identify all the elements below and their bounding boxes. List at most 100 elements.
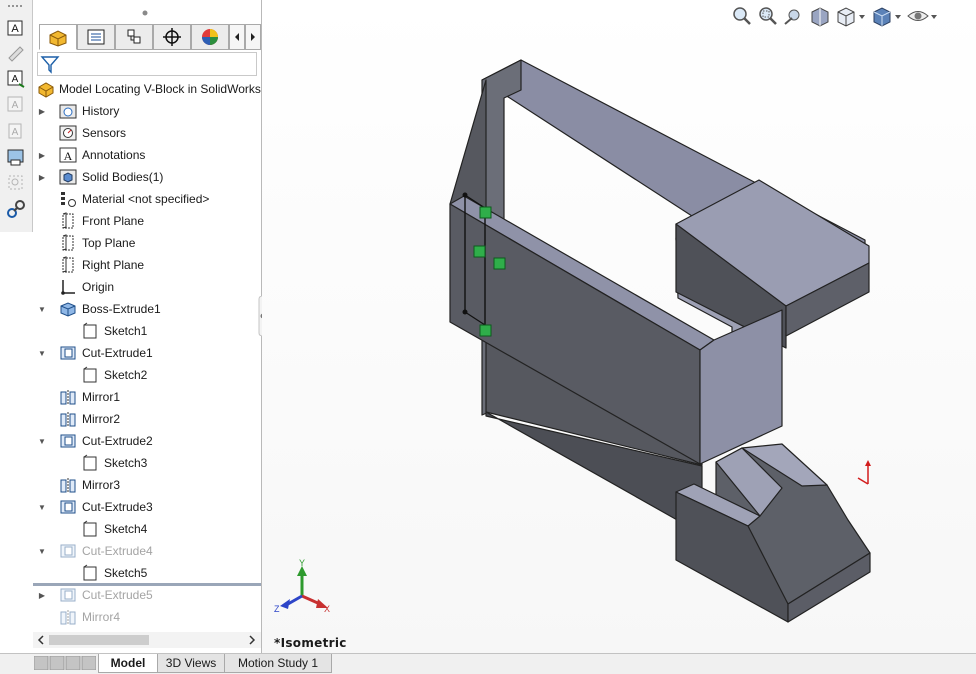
tree-item-label: Mirror3 [82, 478, 120, 492]
balloon-icon[interactable]: A [5, 94, 27, 116]
horizontal-scrollbar[interactable] [33, 632, 261, 648]
tree-item-history[interactable]: ▶ History [33, 100, 261, 122]
plane-icon [62, 212, 74, 229]
smart-mates-icon[interactable] [5, 198, 27, 220]
sketch-relation-handle [479, 206, 492, 219]
tab-3d-views[interactable]: 3D Views [157, 654, 225, 673]
tab-scroll-left-button[interactable] [229, 24, 245, 50]
tree-item-mirror3[interactable]: Mirror3 [33, 474, 261, 496]
mirror-icon [60, 610, 76, 625]
surface-finish-icon[interactable]: A [5, 120, 27, 142]
sketch-relation-handle [493, 257, 506, 270]
view-orientation-label: *Isometric [274, 636, 347, 650]
tab-dimxpert-manager[interactable] [153, 24, 191, 50]
sketch-icon [83, 366, 97, 383]
graphics-area[interactable]: Y X Z *Isometric [262, 0, 976, 653]
collapse-arrow-icon[interactable]: ▼ [37, 546, 47, 556]
tab-configuration-manager[interactable] [115, 24, 153, 50]
tree-item-solid-bodies-1[interactable]: ▶ Solid Bodies(1) [33, 166, 261, 188]
sketch-icon [83, 322, 97, 339]
datum-target-icon[interactable] [5, 172, 27, 194]
scrollbar-thumb[interactable] [49, 635, 149, 645]
tree-item-material-not-specified[interactable]: Material <not specified> [33, 188, 261, 210]
mirror-icon [60, 390, 76, 405]
svg-text:A: A [12, 100, 19, 111]
tab-display-manager[interactable] [191, 24, 229, 50]
tree-item-mirror1[interactable]: Mirror1 [33, 386, 261, 408]
tree-item-cut-extrude2[interactable]: ▼ Cut-Extrude2 [33, 430, 261, 452]
tree-item-label: Mirror1 [82, 390, 120, 404]
tree-item-label: Material <not specified> [82, 192, 210, 206]
panel-grip-icon[interactable] [33, 4, 261, 22]
tree-item-label: Boss-Extrude1 [82, 302, 161, 316]
tree-item-mirror2[interactable]: Mirror2 [33, 408, 261, 430]
tree-item-label: Sketch1 [104, 324, 148, 338]
tab-scroll-right-button[interactable] [245, 24, 261, 50]
mid-block-side-face [699, 309, 783, 465]
tree-item-front-plane[interactable]: Front Plane [33, 210, 261, 232]
tree-item-right-plane[interactable]: Right Plane [33, 254, 261, 276]
expand-arrow-icon[interactable]: ▶ [37, 172, 47, 182]
tree-item-label: Cut-Extrude5 [82, 588, 153, 602]
tree-item-cut-extrude4[interactable]: ▼ Cut-Extrude4 [33, 540, 261, 562]
tree-item-mirror4[interactable]: Mirror4 [33, 606, 261, 628]
feature-manager-tabs [39, 24, 293, 52]
collapse-arrow-icon[interactable]: ▼ [37, 348, 47, 358]
collapse-arrow-icon[interactable]: ▼ [37, 436, 47, 446]
tree-root[interactable]: Model Locating V-Block in SolidWorks [33, 78, 261, 100]
expand-arrow-icon[interactable]: ▶ [37, 106, 47, 116]
tree-item-sketch2[interactable]: Sketch2 [33, 364, 261, 386]
tab-feature-tree[interactable] [39, 24, 77, 50]
collapse-arrow-icon[interactable]: ▼ [37, 502, 47, 512]
collapse-arrow-icon[interactable]: ▼ [37, 304, 47, 314]
tree-item-cut-extrude5[interactable]: ▶ Cut-Extrude5 [33, 584, 261, 606]
scroll-right-arrow-icon[interactable] [247, 635, 257, 645]
tab-nav-arrows-icon[interactable] [34, 656, 96, 670]
tree-item-annotations[interactable]: ▶ A Annotations [33, 144, 261, 166]
dimxpert-icon [163, 28, 181, 46]
svg-text:X: X [324, 604, 330, 614]
tab-motion-study-1[interactable]: Motion Study 1 [224, 654, 332, 673]
part-model[interactable]: Y X Z [262, 0, 976, 653]
model-items-icon[interactable] [5, 146, 27, 168]
rollback-bar[interactable] [33, 583, 261, 586]
smart-dimension-icon[interactable]: A [5, 16, 27, 38]
tree-item-top-plane[interactable]: Top Plane [33, 232, 261, 254]
sketch-icon [83, 520, 97, 537]
scroll-left-arrow-icon[interactable] [36, 635, 46, 645]
svg-text:A: A [11, 23, 19, 35]
tree-item-label: Sketch5 [104, 566, 148, 580]
solid-bodies-icon [59, 169, 77, 185]
plane-icon [62, 234, 74, 251]
tree-item-cut-extrude1[interactable]: ▼ Cut-Extrude1 [33, 342, 261, 364]
tab-property-manager[interactable] [77, 24, 115, 50]
boss-extrude-icon [60, 302, 76, 317]
tree-item-label: Cut-Extrude2 [82, 434, 153, 448]
tree-item-sketch3[interactable]: Sketch3 [33, 452, 261, 474]
tree-item-label: Annotations [82, 148, 146, 162]
tree-filter-field[interactable] [37, 52, 257, 76]
reference-triad-icon: Y X Z [274, 558, 330, 614]
cut-extrude-icon [60, 500, 76, 514]
tab-model[interactable]: Model [98, 654, 158, 673]
tree-item-origin[interactable]: Origin [33, 276, 261, 298]
mirror-icon [60, 412, 76, 427]
expand-arrow-icon[interactable]: ▶ [37, 590, 47, 600]
tree-item-sketch4[interactable]: Sketch4 [33, 518, 261, 540]
tree-item-sketch5[interactable]: Sketch5 [33, 562, 261, 584]
tree-item-sketch1[interactable]: Sketch1 [33, 320, 261, 342]
history-folder-icon [59, 104, 77, 119]
tree-item-label: Cut-Extrude4 [82, 544, 153, 558]
note-icon[interactable] [5, 42, 27, 64]
auto-balloon-icon[interactable]: A [5, 68, 27, 90]
chevron-left-icon [235, 33, 239, 41]
tree-item-boss-extrude1[interactable]: ▼ Boss-Extrude1 [33, 298, 261, 320]
tree-root-label: Model Locating V-Block in SolidWorks [59, 82, 261, 96]
expand-arrow-icon[interactable]: ▶ [37, 150, 47, 160]
annotations-icon: A [59, 147, 77, 163]
tree-item-cut-extrude3[interactable]: ▼ Cut-Extrude3 [33, 496, 261, 518]
filter-icon [40, 56, 60, 74]
tree-item-sensors[interactable]: Sensors [33, 122, 261, 144]
sketch-relation-handle [479, 324, 492, 337]
cut-extrude-icon [60, 588, 76, 602]
